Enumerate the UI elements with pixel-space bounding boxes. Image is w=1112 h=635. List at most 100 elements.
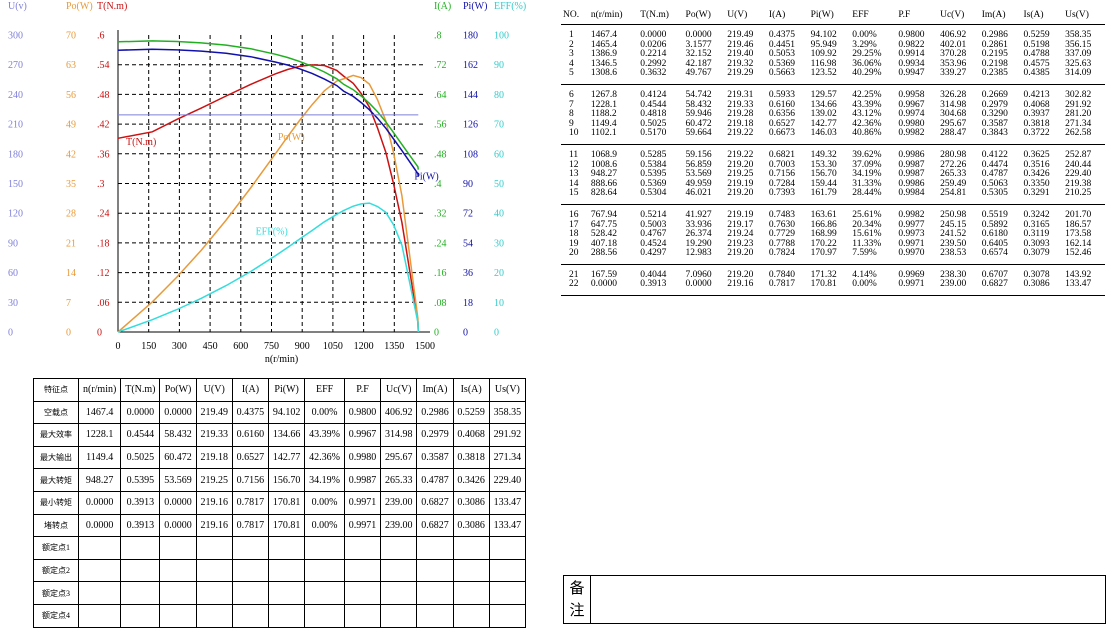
table-cell: 0.0000: [159, 490, 197, 515]
table-cell: 0.5170: [640, 128, 667, 139]
right-axis-tick: .64: [434, 90, 447, 101]
table-cell: 0.6827: [416, 490, 454, 515]
data-table-header-cell: Pi(W): [808, 6, 851, 25]
table-cell: 238.53: [940, 248, 967, 259]
table-cell: 7.59%: [852, 248, 877, 259]
table-cell: [343, 558, 382, 583]
right-axis-tick: 0: [494, 328, 499, 339]
right-axis-tick: 90: [463, 179, 473, 190]
right-axis-tick: .32: [434, 209, 447, 220]
table-cell: 262.58: [1065, 128, 1092, 139]
data-table-header-cell: NO.: [561, 6, 589, 25]
table-cell: 43.39%: [304, 423, 345, 447]
table-cell: 额定点4: [33, 603, 79, 628]
table-cell: 0.6574: [981, 248, 1008, 259]
remarks-label-char-1: 备: [569, 580, 585, 597]
table-cell: 0.9970: [898, 248, 925, 259]
table-cell: 34.19%: [304, 468, 345, 492]
data-table-header-cell: Po(W): [683, 6, 726, 25]
table-cell: 0.9984: [898, 188, 925, 199]
table-cell: 0.00%: [852, 279, 877, 290]
table-cell: 133.47: [488, 490, 527, 515]
table-cell: 133.47: [1065, 279, 1092, 290]
right-axis-tick: .48: [434, 149, 447, 160]
table-row: 最大转矩 948.27 0.5395 53.569 219.25 0.7156 156.70…: [33, 468, 527, 492]
x-tick-label: 1500: [415, 341, 435, 352]
feature-table-header-cell: Pi(W): [268, 378, 306, 402]
right-axis-tick: 162: [463, 60, 478, 71]
table-cell: 0.3587: [416, 445, 454, 470]
table-cell: 0.3079: [1023, 248, 1050, 259]
feature-table-header-cell: P.F: [343, 378, 382, 402]
table-cell: 0.5663: [768, 68, 796, 79]
table-cell: 133.47: [488, 513, 527, 538]
right-axis-tick: 72: [463, 209, 473, 220]
left-axis-tick: 7: [66, 298, 71, 309]
left-axis-tick: 35: [66, 179, 76, 190]
table-cell: 0.5304: [640, 188, 667, 199]
x-tick-label: 0: [116, 341, 121, 352]
table-cell: 1149.4: [77, 445, 122, 470]
left-axis-tick: 63: [66, 60, 76, 71]
series-line: [117, 48, 420, 177]
table-cell: [343, 603, 382, 628]
table-cell: 0.2979: [416, 423, 454, 447]
table-cell: 229.40: [488, 468, 527, 492]
table-row: 20 288.56 0.4297 12.983 219.20 0.7824 170.97 7.…: [561, 249, 1105, 259]
table-cell: [120, 536, 161, 560]
series-label: Po(W): [278, 132, 305, 143]
table-cell: 219.33: [195, 423, 233, 447]
data-table-header-cell: I(A): [766, 6, 809, 25]
left-axis-tick: .48: [97, 90, 110, 101]
table-cell: 0.7824: [768, 248, 796, 259]
remarks-label-char-2: 注: [569, 602, 585, 619]
left-axis-tick: 28: [66, 209, 76, 220]
right-axis-tick: 70: [494, 120, 504, 131]
left-axis-tick: .6: [97, 31, 105, 42]
right-axis-tick: 108: [463, 149, 478, 160]
table-cell: [452, 581, 490, 605]
table-cell: 42.36%: [304, 445, 345, 470]
right-axis-tick: 80: [494, 90, 504, 101]
left-axis-tick: .06: [97, 298, 110, 309]
feature-table-header-cell: EFF: [304, 378, 345, 402]
table-cell: 0.6827: [416, 513, 454, 538]
table-cell: 0.0000: [159, 513, 197, 538]
table-cell: [77, 603, 122, 628]
table-cell: 219.16: [195, 513, 233, 538]
table-cell: 219.20: [727, 188, 754, 199]
right-axis-tick: .16: [434, 268, 447, 279]
table-cell: 1102.1: [590, 128, 617, 139]
table-cell: 219.16: [727, 279, 754, 290]
feature-table-header-cell: Im(A): [416, 378, 454, 402]
right-axis-tick: 30: [494, 238, 504, 249]
table-cell: 0.0000: [159, 400, 197, 425]
table-row: 额定点4: [33, 603, 527, 628]
table-row: 最小转矩 0.0000 0.3913 0.0000 219.16 0.7817 170.81…: [33, 490, 527, 515]
table-cell: 40.29%: [852, 68, 882, 79]
table-cell: [120, 581, 161, 605]
table-cell: [120, 558, 161, 583]
table-cell: 156.70: [268, 468, 306, 492]
table-cell: [231, 558, 270, 583]
table-cell: 219.29: [727, 68, 754, 79]
table-cell: 0.2385: [981, 68, 1008, 79]
table-cell: 4: [569, 58, 574, 69]
table-cell: 0.6527: [231, 445, 270, 470]
remarks-label: 备 注: [564, 576, 591, 623]
x-tick-label: 750: [264, 341, 279, 352]
left-axis-tick: 21: [66, 238, 76, 249]
table-cell: 170.81: [268, 513, 306, 538]
right-axis-tick: 50: [494, 179, 504, 190]
table-cell: 0.4544: [120, 423, 161, 447]
right-axis-tick: 180: [463, 31, 478, 42]
table-cell: 0.6827: [981, 279, 1008, 290]
left-axis-tick: 70: [66, 31, 76, 42]
table-cell: 828.64: [590, 188, 617, 199]
feature-table-header-cell: I(A): [231, 378, 270, 402]
table-cell: 最大输出: [33, 445, 79, 470]
series-line: [117, 202, 420, 333]
table-cell: [231, 581, 270, 605]
table-cell: 239.00: [940, 279, 967, 290]
table-cell: 0.4068: [452, 423, 490, 447]
